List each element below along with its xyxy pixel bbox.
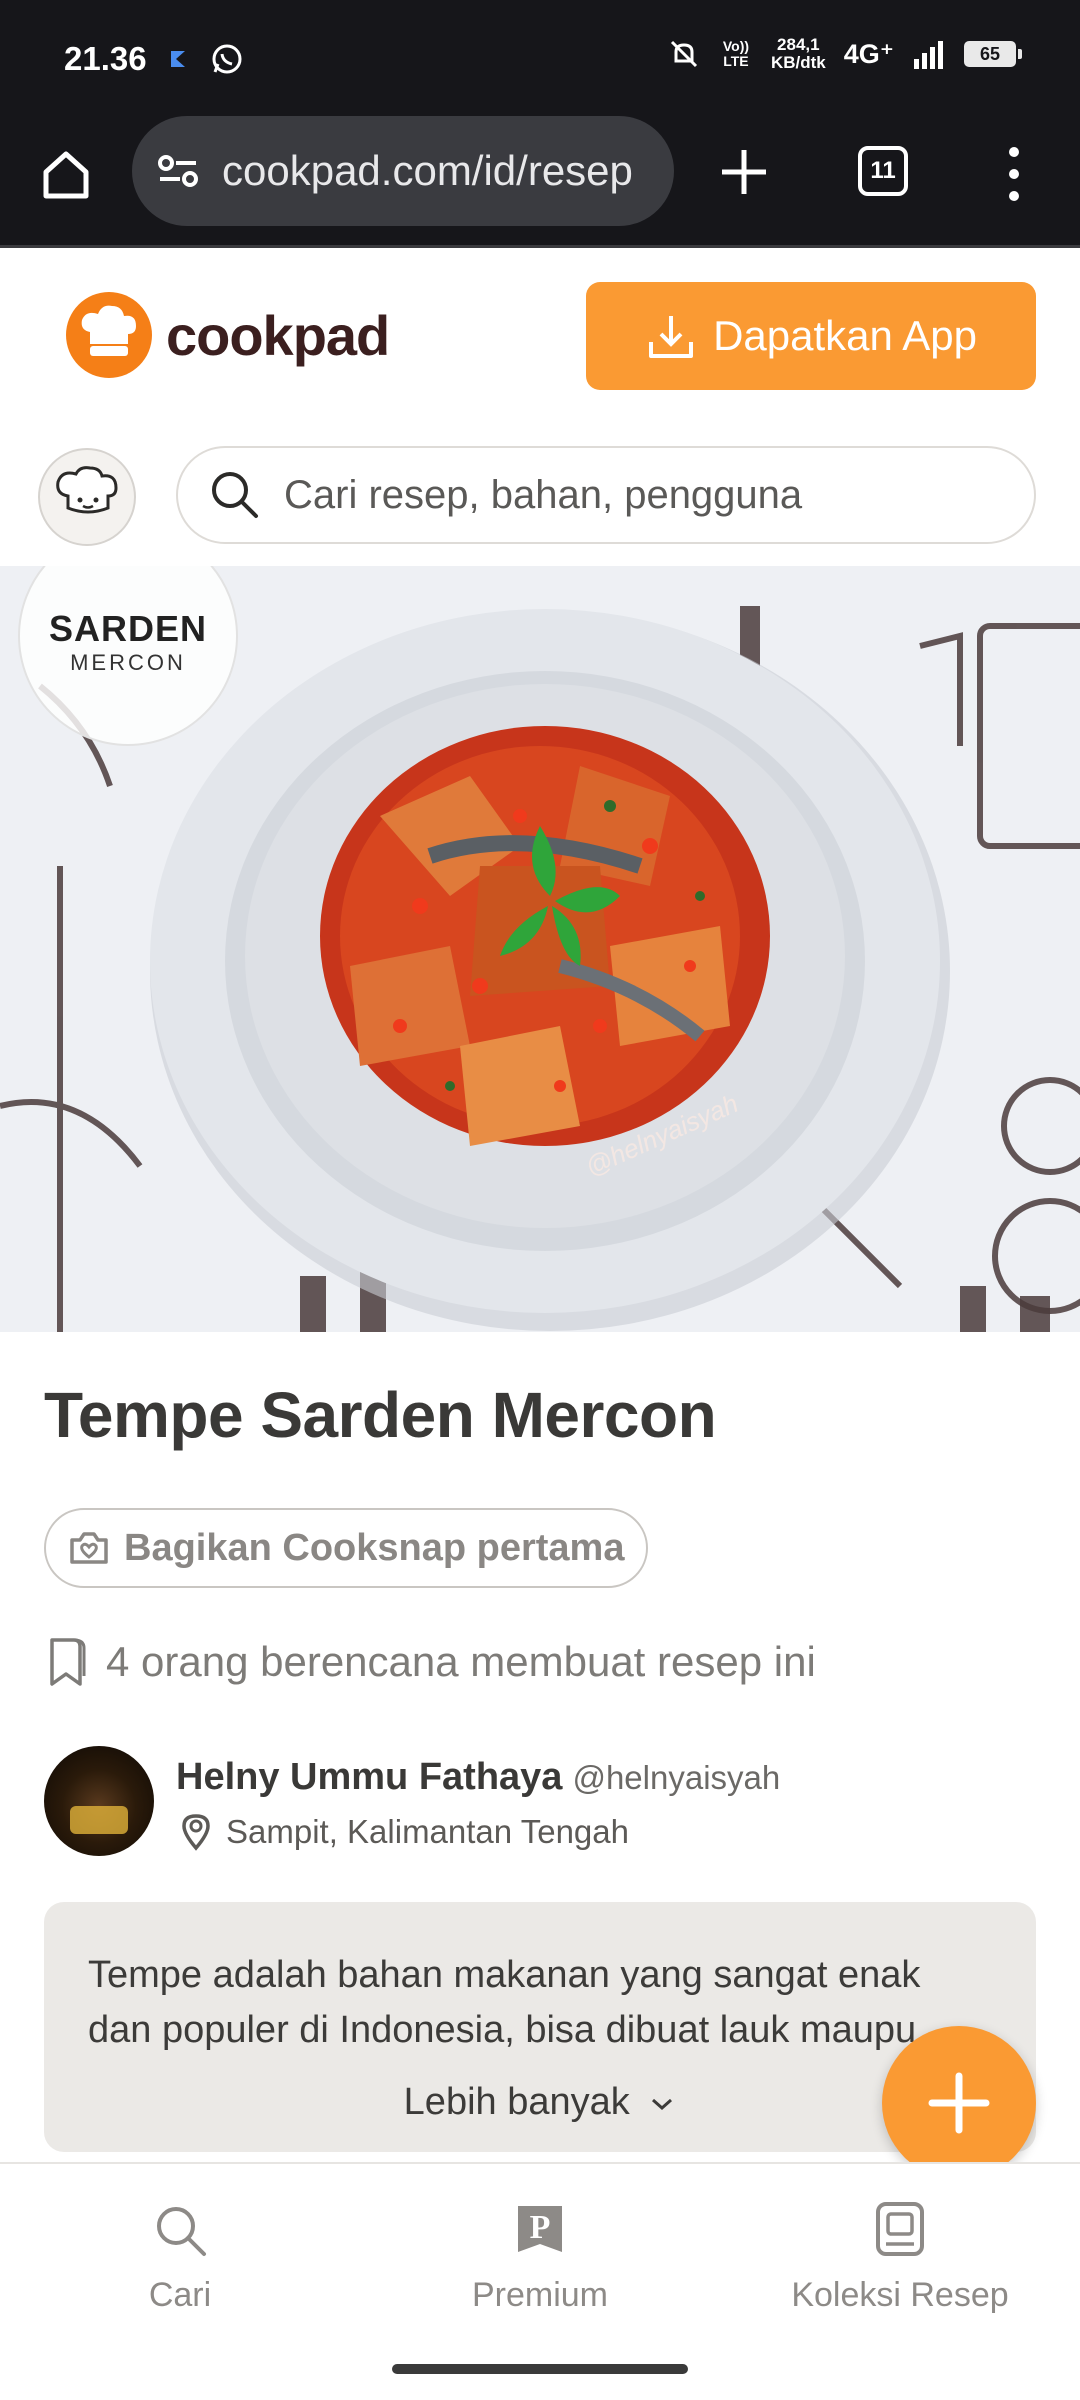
location-pin-icon xyxy=(182,1814,210,1851)
browser-toolbar: cookpad.com/id/resep 11 xyxy=(0,116,1080,248)
tab-switcher-button[interactable]: 11 xyxy=(858,146,908,196)
chef-avatar-icon xyxy=(56,466,118,514)
search-placeholder: Cari resep, bahan, pengguna xyxy=(284,472,803,517)
new-tab-icon[interactable] xyxy=(716,144,772,200)
chevron-down-icon xyxy=(652,2098,673,2110)
battery-indicator: 65 xyxy=(964,41,1022,67)
status-bar: 21.36 Vo)) LTE 284,1 KB/dtk 4G⁺ 65 xyxy=(0,0,1080,124)
recipe-title: Tempe Sarden Mercon xyxy=(44,1379,717,1451)
svg-text:P: P xyxy=(530,2209,551,2246)
planned-text: 4 orang berencana membuat resep ini xyxy=(106,1638,816,1685)
plus-icon xyxy=(928,2072,990,2134)
nav-label-premium: Premium xyxy=(471,2276,609,2314)
more-menu-icon[interactable] xyxy=(1002,144,1026,204)
status-indicators: Vo)) LTE 284,1 KB/dtk 4G⁺ 65 xyxy=(667,36,1022,72)
cookpad-logo[interactable]: cookpad xyxy=(66,292,390,378)
download-icon xyxy=(649,316,694,358)
bookmark-icon xyxy=(50,1638,86,1686)
nav-item-collection[interactable]: Koleksi Resep xyxy=(750,2200,1050,2315)
author-handle[interactable]: @helnyaisyah xyxy=(572,1759,780,1796)
description-text: Tempe adalah bahan makanan yang sangat e… xyxy=(88,1954,921,2051)
url-text[interactable]: cookpad.com/id/resep xyxy=(222,147,633,195)
network-type: 4G⁺ xyxy=(843,38,894,69)
status-time: 21.36 xyxy=(64,40,147,77)
whatsapp-icon xyxy=(212,44,242,74)
signal-icon xyxy=(914,41,943,69)
get-app-label: Dapatkan App xyxy=(713,312,977,359)
camera-heart-icon xyxy=(70,1532,108,1564)
author-location: Sampit, Kalimantan Tengah xyxy=(180,1812,629,1852)
author-name[interactable]: Helny Ummu Fathaya xyxy=(176,1756,562,1798)
notification-icons xyxy=(166,42,244,76)
badge-line-2: MERCON xyxy=(70,650,186,675)
share-cooksnap-button[interactable]: Bagikan Cooksnap pertama xyxy=(44,1508,649,1588)
chef-hat-logo-icon xyxy=(66,292,152,378)
premium-icon: P xyxy=(518,2206,562,2252)
share-cooksnap-label: Bagikan Cooksnap pertama xyxy=(124,1526,625,1569)
collection-icon xyxy=(876,2202,924,2256)
nav-item-premium[interactable]: P Premium xyxy=(390,2200,690,2315)
badge-line-1: SARDEN xyxy=(48,608,207,649)
site-settings-icon[interactable] xyxy=(156,151,200,191)
recipe-photo[interactable]: SARDEN MERCON @helnyaisyah xyxy=(0,566,1080,1332)
add-button[interactable] xyxy=(882,2026,1036,2180)
author-location-text: Sampit, Kalimantan Tengah xyxy=(226,1813,629,1850)
search-input[interactable]: Cari resep, bahan, pengguna xyxy=(176,446,1036,544)
logo-text: cookpad xyxy=(166,303,390,367)
planned-count: 4 orang berencana membuat resep ini xyxy=(44,1636,816,1688)
get-app-button[interactable]: Dapatkan App xyxy=(586,282,1036,390)
home-gesture-bar[interactable] xyxy=(392,2364,688,2374)
network-speed: 284,1 KB/dtk xyxy=(771,36,826,72)
app-notification-icon xyxy=(171,51,185,67)
nav-label-search: Cari xyxy=(148,2276,212,2314)
search-icon xyxy=(157,2207,206,2256)
network-speed-value: 284,1 xyxy=(777,35,820,54)
nav-item-search[interactable]: Cari xyxy=(30,2200,330,2315)
nav-label-collection: Koleksi Resep xyxy=(791,2276,1009,2314)
show-more-label[interactable]: Lebih banyak xyxy=(404,2081,630,2123)
network-speed-unit: KB/dtk xyxy=(770,53,826,72)
mute-icon xyxy=(670,40,697,68)
search-icon xyxy=(212,472,258,518)
account-avatar-button[interactable] xyxy=(38,448,136,546)
author-info[interactable]: Helny Ummu Fathaya @helnyaisyah xyxy=(176,1756,780,1799)
volte-indicator: Vo)) LTE xyxy=(722,38,750,69)
address-bar[interactable]: cookpad.com/id/resep xyxy=(132,116,674,226)
home-icon[interactable] xyxy=(38,146,94,202)
author-avatar[interactable] xyxy=(44,1746,154,1856)
